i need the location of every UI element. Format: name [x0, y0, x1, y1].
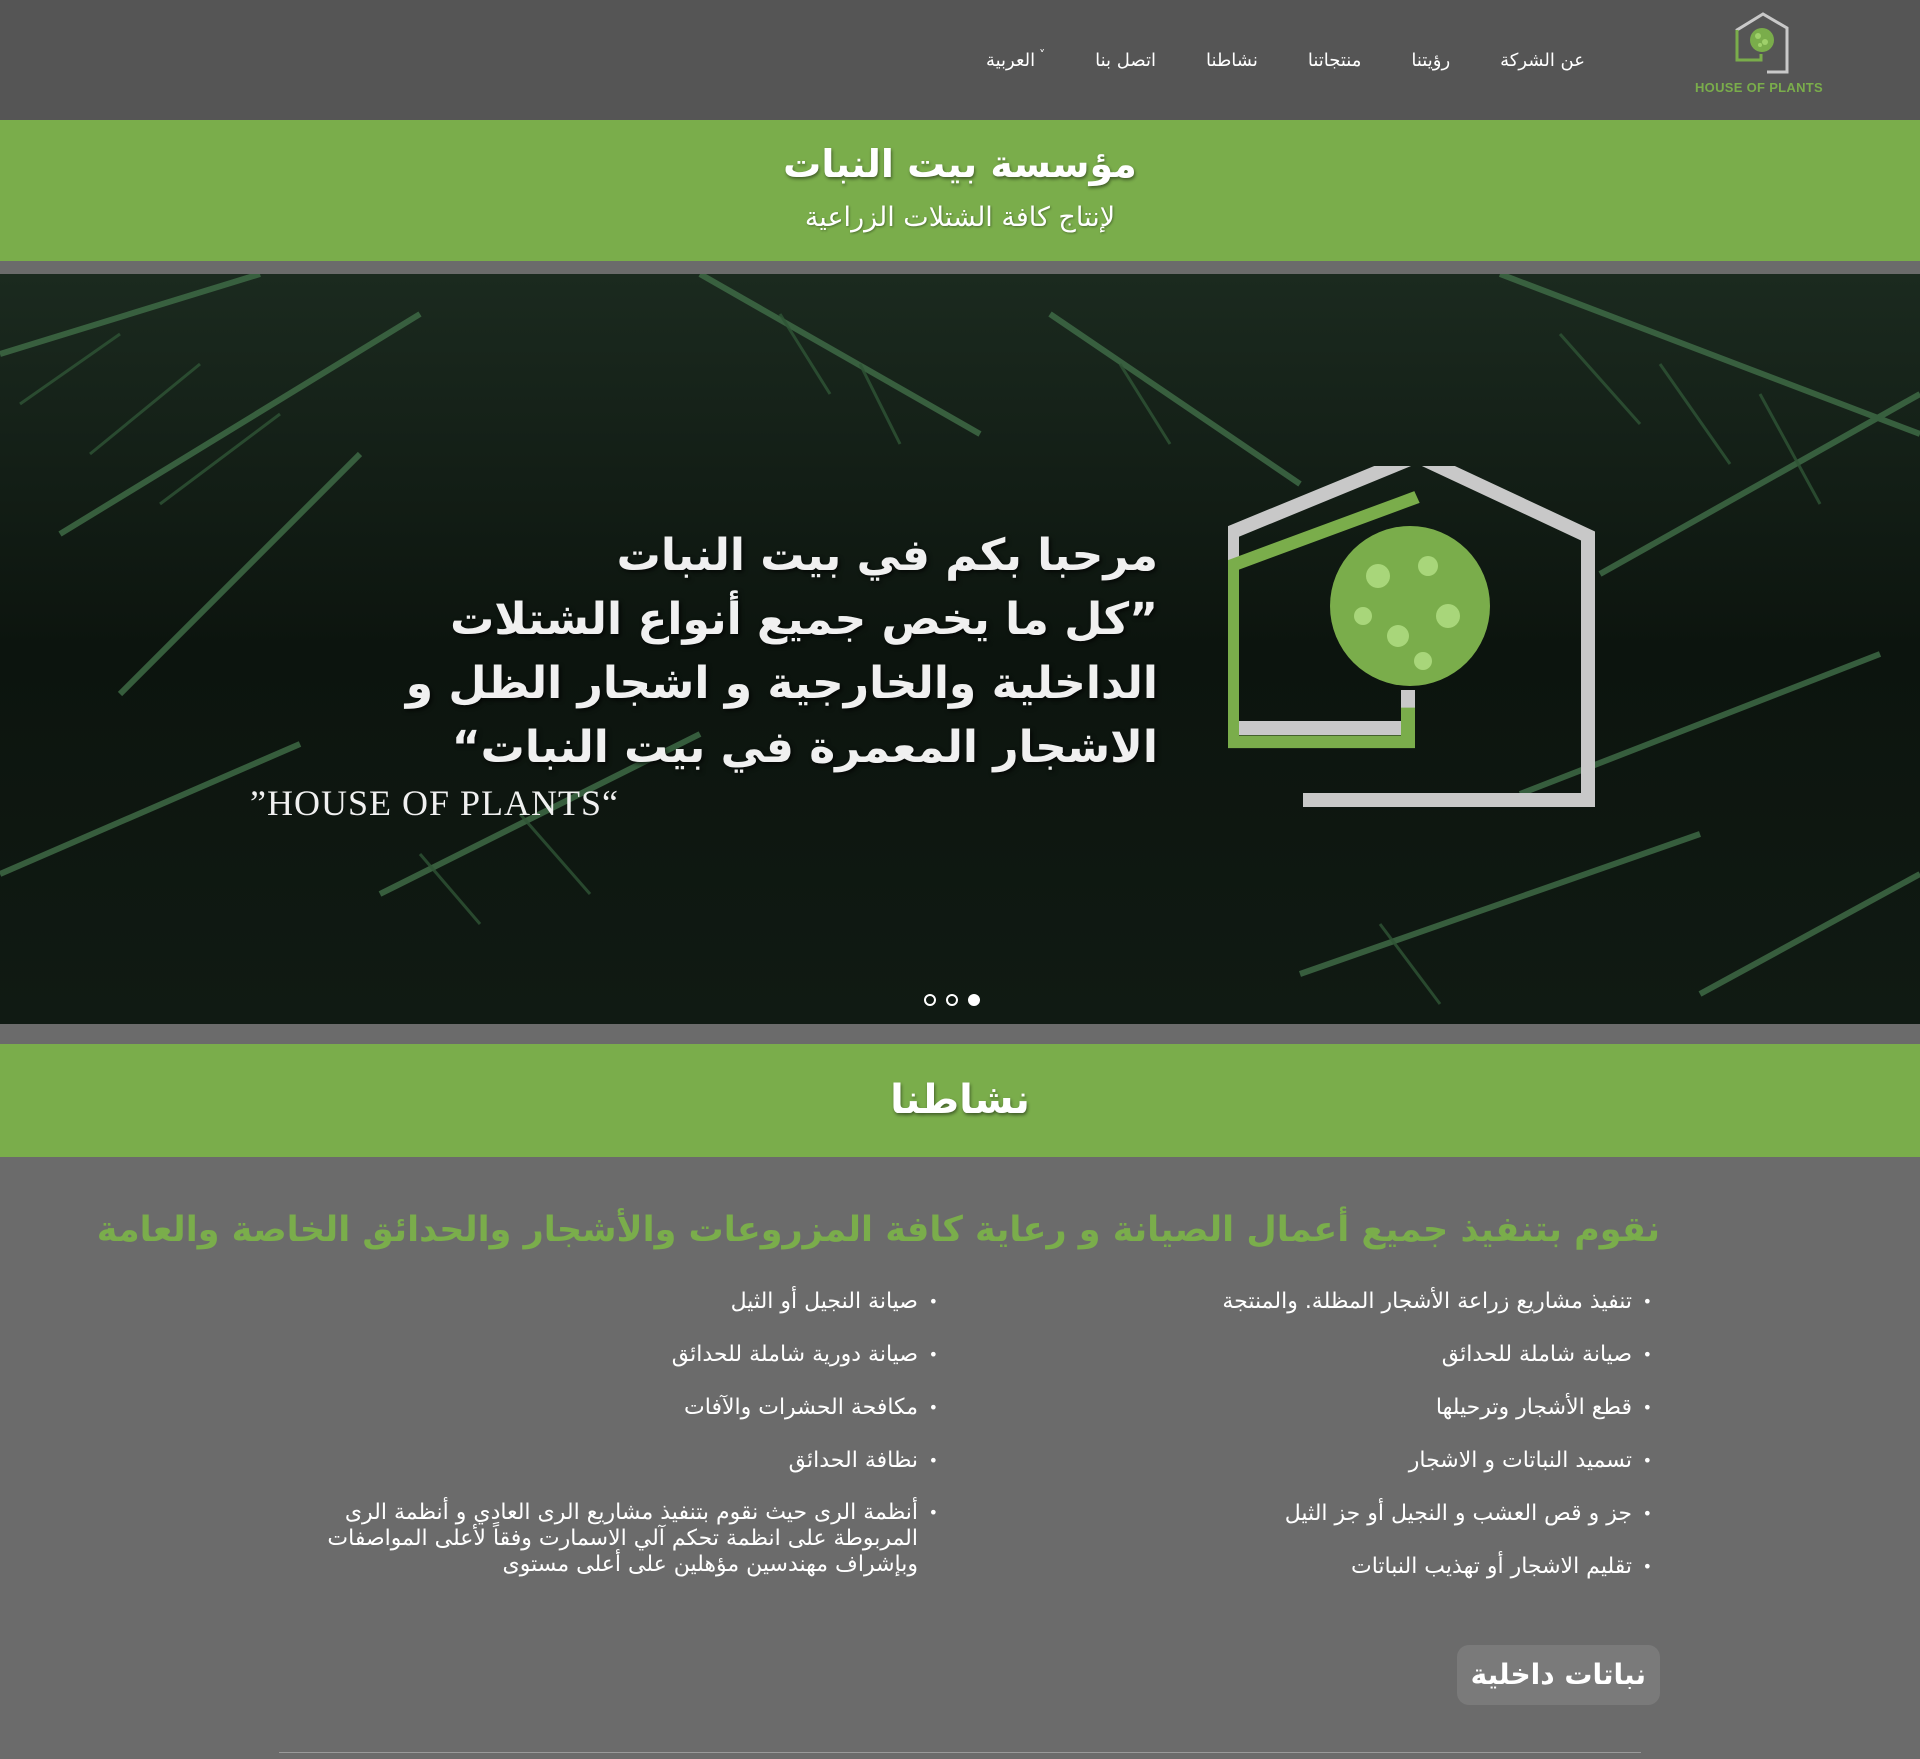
main-menu: عن الشركة رؤيتنا منتجاتنا نشاطنا اتصل بن…	[961, 40, 1610, 80]
nav-activities[interactable]: نشاطنا	[1181, 50, 1283, 71]
hero-line: مرحبا بكم في بيت النبات	[616, 530, 1158, 581]
hero-line: الداخلية والخارجية و اشجار الظل و	[405, 658, 1158, 709]
chevron-down-icon: ˅	[1039, 47, 1046, 62]
list-item: تسميد النباتات و الاشجار	[1032, 1447, 1652, 1475]
language-label: العربية	[985, 49, 1036, 71]
list-item: نظافة الحدائق	[258, 1447, 938, 1475]
page-subtitle: لإنتاج كافة الشتلات الزراعية	[804, 202, 1116, 233]
list-item: تقليم الاشجار أو تهذيب النباتات	[1032, 1553, 1652, 1581]
hero-slider[interactable]: مرحبا بكم في بيت النبات ”كل ما يخص جميع …	[0, 274, 1920, 1024]
language-dropdown[interactable]: ˅ العربية	[961, 47, 1070, 71]
activities-band: نشاطنا	[0, 1044, 1920, 1157]
nav-vision[interactable]: رؤيتنا	[1386, 50, 1475, 71]
slide-dot-3[interactable]	[968, 994, 980, 1006]
divider	[279, 1752, 1641, 1753]
nav-products[interactable]: منتجاتنا	[1283, 50, 1387, 71]
list-item: صيانة شاملة للحدائق	[1032, 1341, 1652, 1369]
activities-heading: نقوم بتنفيذ جميع أعمال الصيانة و رعاية ك…	[96, 1210, 1660, 1250]
page-title: مؤسسة بيت النبات	[783, 142, 1137, 186]
hero-line: الاشجار المعمرة في بيت النبات“	[451, 722, 1158, 773]
site-logo[interactable]: HOUSE OF PLANTS	[1694, 12, 1824, 102]
slider-dots	[924, 994, 980, 1006]
list-item: أنظمة الرى حيث نقوم بتنفيذ مشاريع الرى ا…	[258, 1500, 938, 1578]
list-item: مكافحة الحشرات والآفات	[258, 1394, 938, 1422]
slide-dot-1[interactable]	[924, 994, 936, 1006]
nav-contact[interactable]: اتصل بنا	[1070, 50, 1181, 71]
title-band: مؤسسة بيت النبات لإنتاج كافة الشتلات الز…	[0, 120, 1920, 261]
activities-title: نشاطنا	[890, 1077, 1030, 1123]
hero-message: مرحبا بكم في بيت النبات ”كل ما يخص جميع …	[258, 524, 1158, 780]
nav-about[interactable]: عن الشركة	[1475, 50, 1610, 71]
hero-brand-name: ”HOUSE OF PLANTS“	[250, 783, 620, 823]
list-item: جز و قص العشب و النجيل أو جز الثيل	[1032, 1500, 1652, 1528]
top-navbar: HOUSE OF PLANTS عن الشركة رؤيتنا منتجاتن…	[0, 0, 1920, 120]
services-list-right: تنفيذ مشاريع زراعة الأشجار المظلة. والمن…	[1032, 1288, 1652, 1606]
house-logo-icon	[1735, 12, 1789, 74]
list-item: صيانة النجيل أو الثيل	[258, 1288, 938, 1316]
logo-text: HOUSE OF PLANTS	[1694, 80, 1823, 95]
slide-dot-2[interactable]	[946, 994, 958, 1006]
services-list-left: صيانة النجيل أو الثيل صيانة دورية شاملة …	[258, 1288, 938, 1603]
list-item: صيانة دورية شاملة للحدائق	[258, 1341, 938, 1369]
list-item: تنفيذ مشاريع زراعة الأشجار المظلة. والمن…	[1032, 1288, 1652, 1316]
list-item: قطع الأشجار وترحيلها	[1032, 1394, 1652, 1422]
hero-line: ”كل ما يخص جميع أنواع الشتلات	[450, 594, 1158, 645]
house-of-plants-emblem-icon	[1228, 466, 1595, 807]
tab-indoor-plants[interactable]: نباتات داخلية	[1456, 1645, 1660, 1705]
